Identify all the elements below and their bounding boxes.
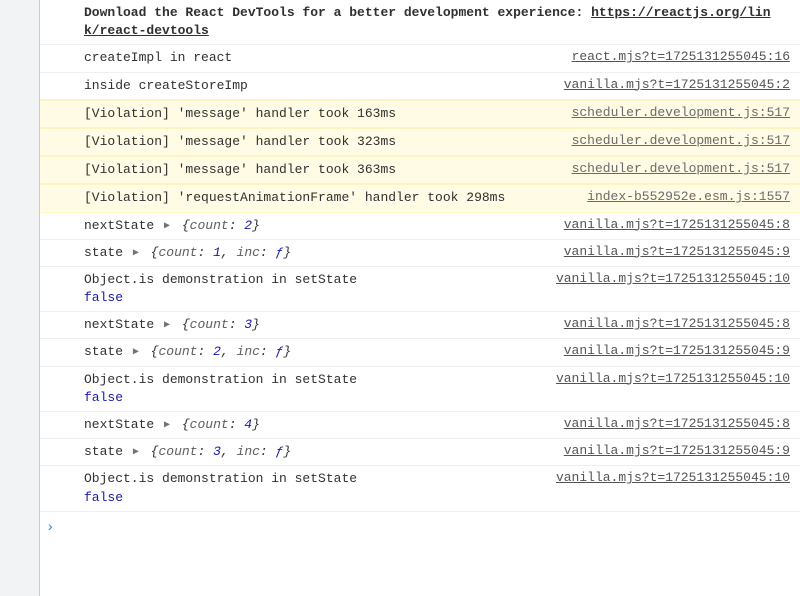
expand-arrow-icon[interactable]: ▶ xyxy=(133,247,139,261)
obj-value: 2 xyxy=(244,218,252,233)
log-message: Object.is demonstration in setState xyxy=(84,471,357,486)
expand-arrow-icon[interactable]: ▶ xyxy=(133,446,139,460)
log-bool: false xyxy=(84,490,123,505)
obj-value: 3 xyxy=(244,317,252,332)
obj-value: ƒ xyxy=(276,245,284,260)
log-source-link[interactable]: vanilla.mjs?t=1725131255045:8 xyxy=(564,416,790,431)
obj-value: ƒ xyxy=(276,444,284,459)
log-source-link[interactable]: react.mjs?t=1725131255045:16 xyxy=(572,49,790,64)
obj-key: inc xyxy=(237,245,260,260)
console-panel: Download the React DevTools for a better… xyxy=(40,0,800,596)
prompt-caret-icon xyxy=(46,520,54,536)
violation-message: [Violation] 'requestAnimationFrame' hand… xyxy=(84,189,587,207)
log-row: inside createStoreImp vanilla.mjs?t=1725… xyxy=(40,73,800,100)
obj-key: count xyxy=(158,444,197,459)
violation-message: [Violation] 'message' handler took 163ms xyxy=(84,105,572,123)
expand-arrow-icon[interactable]: ▶ xyxy=(164,419,170,433)
devtools-download-message: Download the React DevTools for a better… xyxy=(40,0,800,45)
obj-key: count xyxy=(190,417,229,432)
log-row: nextState ▶ {count: 2} vanilla.mjs?t=172… xyxy=(40,213,800,240)
log-message: inside createStoreImp xyxy=(84,77,564,95)
log-source-link[interactable]: scheduler.development.js:517 xyxy=(572,133,790,148)
log-row: Object.is demonstration in setState fals… xyxy=(40,367,800,412)
violation-row: [Violation] 'message' handler took 163ms… xyxy=(40,100,800,128)
log-source-link[interactable]: vanilla.mjs?t=1725131255045:10 xyxy=(556,470,790,485)
obj-key: count xyxy=(190,317,229,332)
log-source-link[interactable]: vanilla.mjs?t=1725131255045:8 xyxy=(564,316,790,331)
log-row: Object.is demonstration in setState fals… xyxy=(40,466,800,511)
log-source-link[interactable]: scheduler.development.js:517 xyxy=(572,161,790,176)
log-bool: false xyxy=(84,390,123,405)
obj-key: inc xyxy=(237,444,260,459)
obj-key: count xyxy=(158,344,197,359)
log-source-link[interactable]: vanilla.mjs?t=1725131255045:9 xyxy=(564,244,790,259)
violation-row: [Violation] 'message' handler took 323ms… xyxy=(40,128,800,156)
log-label: nextState xyxy=(84,218,162,233)
expand-arrow-icon[interactable]: ▶ xyxy=(164,220,170,234)
log-row: nextState ▶ {count: 4} vanilla.mjs?t=172… xyxy=(40,412,800,439)
log-row: Object.is demonstration in setState fals… xyxy=(40,267,800,312)
log-source-link[interactable]: index-b552952e.esm.js:1557 xyxy=(587,189,790,204)
log-row: state ▶ {count: 1, inc: ƒ} vanilla.mjs?t… xyxy=(40,240,800,267)
log-bool: false xyxy=(84,290,123,305)
log-source-link[interactable]: vanilla.mjs?t=1725131255045:9 xyxy=(564,343,790,358)
obj-value: ƒ xyxy=(276,344,284,359)
log-message: Object.is demonstration in setState xyxy=(84,372,357,387)
log-row: nextState ▶ {count: 3} vanilla.mjs?t=172… xyxy=(40,312,800,339)
log-source-link[interactable]: vanilla.mjs?t=1725131255045:10 xyxy=(556,271,790,286)
log-label: state xyxy=(84,245,131,260)
log-source-link[interactable]: vanilla.mjs?t=1725131255045:9 xyxy=(564,443,790,458)
violation-row: [Violation] 'message' handler took 363ms… xyxy=(40,156,800,184)
gutter xyxy=(0,0,40,596)
obj-value: 2 xyxy=(213,344,221,359)
log-source-link[interactable]: vanilla.mjs?t=1725131255045:10 xyxy=(556,371,790,386)
log-label: nextState xyxy=(84,317,162,332)
log-label: nextState xyxy=(84,417,162,432)
log-label: state xyxy=(84,344,131,359)
violation-message: [Violation] 'message' handler took 323ms xyxy=(84,133,572,151)
log-message: createImpl in react xyxy=(84,49,572,67)
obj-value: 1 xyxy=(213,245,221,260)
log-label: state xyxy=(84,444,131,459)
expand-arrow-icon[interactable]: ▶ xyxy=(164,319,170,333)
obj-key: count xyxy=(158,245,197,260)
log-row: createImpl in react react.mjs?t=17251312… xyxy=(40,45,800,72)
log-row: state ▶ {count: 2, inc: ƒ} vanilla.mjs?t… xyxy=(40,339,800,366)
violation-row: [Violation] 'requestAnimationFrame' hand… xyxy=(40,184,800,212)
console-prompt[interactable] xyxy=(40,512,800,544)
log-source-link[interactable]: vanilla.mjs?t=1725131255045:2 xyxy=(564,77,790,92)
obj-value: 4 xyxy=(244,417,252,432)
devtools-download-text: Download the React DevTools for a better… xyxy=(84,5,591,20)
log-message: Object.is demonstration in setState xyxy=(84,272,357,287)
log-row: state ▶ {count: 3, inc: ƒ} vanilla.mjs?t… xyxy=(40,439,800,466)
expand-arrow-icon[interactable]: ▶ xyxy=(133,346,139,360)
obj-key: count xyxy=(190,218,229,233)
log-source-link[interactable]: scheduler.development.js:517 xyxy=(572,105,790,120)
violation-message: [Violation] 'message' handler took 363ms xyxy=(84,161,572,179)
log-source-link[interactable]: vanilla.mjs?t=1725131255045:8 xyxy=(564,217,790,232)
obj-key: inc xyxy=(237,344,260,359)
obj-value: 3 xyxy=(213,444,221,459)
